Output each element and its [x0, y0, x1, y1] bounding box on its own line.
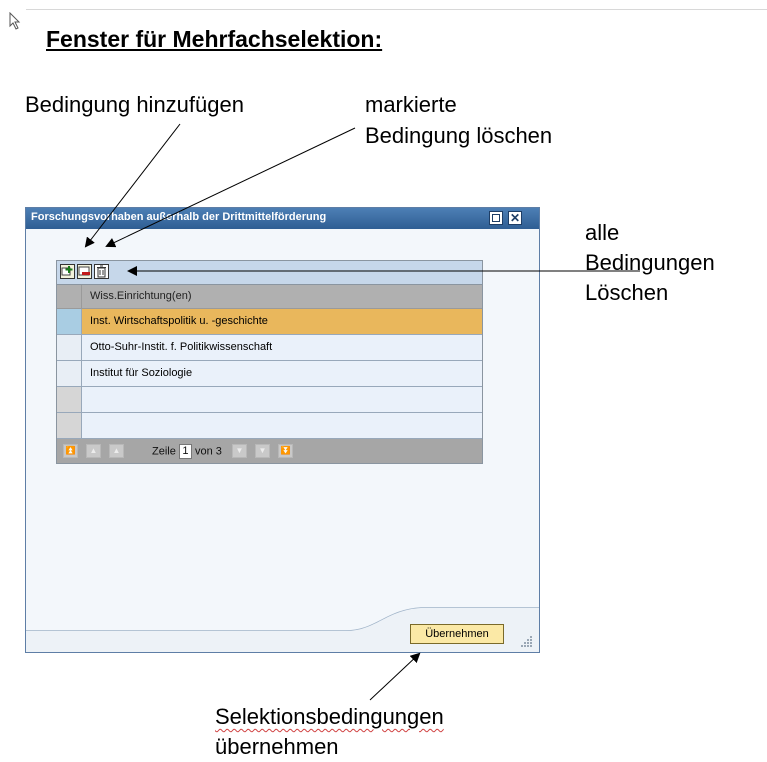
table-row[interactable]: [57, 413, 482, 439]
table-header: Wiss.Einrichtung(en): [57, 285, 482, 309]
mouse-cursor-icon: [9, 12, 21, 30]
table-toolbar: [57, 261, 482, 285]
column-header[interactable]: Wiss.Einrichtung(en): [82, 285, 482, 308]
window-minimize-icon[interactable]: [489, 211, 503, 225]
conditions-table: Wiss.Einrichtung(en) Inst. Wirtschaftspo…: [56, 260, 483, 464]
scroll-last-icon[interactable]: ⏬: [278, 444, 293, 458]
annotation-delete-all-1: alle: [585, 220, 620, 245]
page-title: Fenster für Mehrfachselektion:: [46, 26, 383, 52]
annotation-delete-all-2: Bedingungen: [585, 250, 715, 275]
trash-icon[interactable]: [94, 264, 109, 279]
row-selector[interactable]: [57, 413, 82, 438]
scroll-up-icon[interactable]: ▲: [109, 444, 124, 458]
annotation-add-condition: Bedingung hinzufügen: [25, 92, 244, 117]
window-title: Forschungsvorhaben außerhalb der Drittmi…: [31, 211, 327, 223]
apply-button[interactable]: Übernehmen: [410, 624, 504, 644]
table-cell[interactable]: Otto-Suhr-Instit. f. Politikwissenschaft: [82, 335, 482, 360]
table-cell[interactable]: Institut für Soziologie: [82, 361, 482, 386]
annotation-delete-marked-2: Bedingung löschen: [365, 123, 553, 148]
table-row[interactable]: Institut für Soziologie: [57, 361, 482, 387]
annotation-delete-all-3: Löschen: [585, 280, 669, 305]
top-rule: [26, 9, 767, 10]
add-row-icon[interactable]: [60, 264, 75, 279]
resize-grip-icon[interactable]: [518, 633, 534, 649]
table-cell[interactable]: Inst. Wirtschaftspolitik u. -geschichte: [82, 309, 482, 334]
table-row[interactable]: Inst. Wirtschaftspolitik u. -geschichte: [57, 309, 482, 335]
arrow-apply: [369, 652, 421, 701]
table-row[interactable]: [57, 387, 482, 413]
annotation-apply-1: Selektionsbedingungen: [215, 704, 444, 729]
header-select-cell: [57, 285, 82, 308]
table-row[interactable]: Otto-Suhr-Instit. f. Politikwissenschaft: [57, 335, 482, 361]
pager-row-label: Zeile: [152, 445, 176, 458]
row-selector[interactable]: [57, 309, 82, 334]
scroll-down-icon[interactable]: ▼: [232, 444, 247, 458]
delete-row-icon[interactable]: [77, 264, 92, 279]
pager-of-label: von 3: [194, 445, 222, 458]
pager-page-input[interactable]: 1: [178, 444, 192, 459]
table-cell[interactable]: [82, 413, 482, 438]
row-selector[interactable]: [57, 361, 82, 386]
annotation-apply-2: übernehmen: [215, 734, 339, 759]
pager-text: Zeile 1 von 3: [152, 444, 222, 459]
annotation-delete-marked-1: markierte: [365, 92, 457, 117]
row-selector[interactable]: [57, 335, 82, 360]
scroll-page-down-icon[interactable]: ▼: [255, 444, 270, 458]
table-cell[interactable]: [82, 387, 482, 412]
scroll-page-up-icon[interactable]: ▲: [86, 444, 101, 458]
window-close-icon[interactable]: ✕: [508, 211, 522, 225]
table-pager: ⏫ ▲ ▲ Zeile 1 von 3 ▼ ▼ ⏬: [57, 439, 482, 463]
window-titlebar[interactable]: Forschungsvorhaben außerhalb der Drittmi…: [26, 208, 539, 229]
scroll-first-icon[interactable]: ⏫: [63, 444, 78, 458]
multi-selection-window: Forschungsvorhaben außerhalb der Drittmi…: [25, 207, 540, 653]
row-selector[interactable]: [57, 387, 82, 412]
